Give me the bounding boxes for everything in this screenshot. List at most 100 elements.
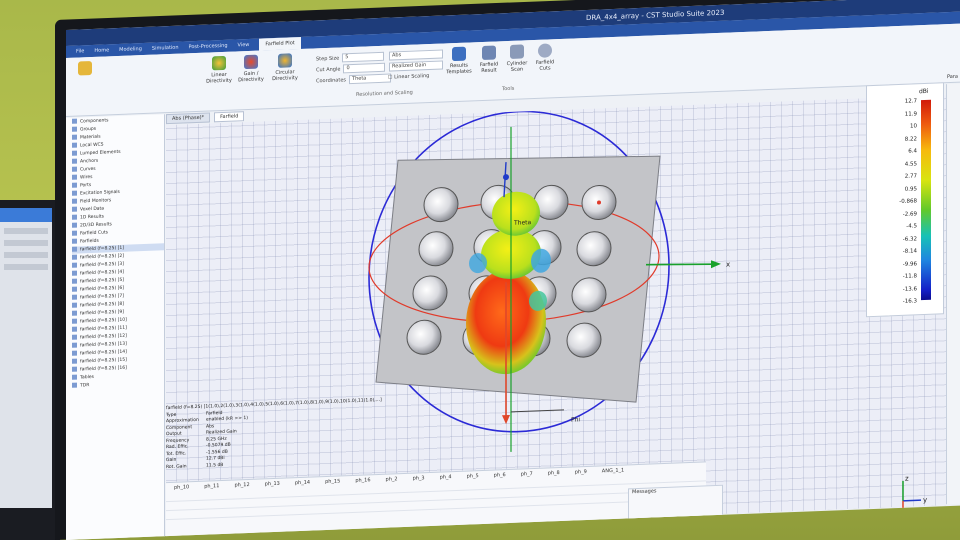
folder-icon bbox=[72, 286, 77, 292]
table-column-header[interactable]: ph_9 bbox=[575, 467, 587, 477]
step-size-field[interactable]: Step Size 5 bbox=[316, 51, 385, 64]
secondary-screen bbox=[0, 208, 52, 508]
table-column-header[interactable]: ph_11 bbox=[204, 481, 219, 492]
axis-icon-y-label: y bbox=[923, 496, 927, 504]
folder-icon bbox=[72, 342, 77, 348]
colorbar-tick-label: 2.77 bbox=[904, 173, 917, 180]
table-column-header[interactable]: ph_6 bbox=[494, 470, 506, 480]
folder-icon bbox=[72, 326, 77, 332]
folder-icon bbox=[72, 230, 77, 236]
info-value: Abs bbox=[206, 423, 215, 430]
table-column-header[interactable]: ph_8 bbox=[548, 468, 560, 478]
output-field[interactable]: Realized Gain bbox=[386, 60, 443, 72]
tree-item-label: Groups bbox=[80, 126, 97, 133]
table-column-header[interactable]: ph_12 bbox=[234, 480, 249, 491]
folder-icon bbox=[72, 358, 77, 364]
z-axis-arrow bbox=[502, 414, 510, 425]
ribbon-tab-file[interactable]: File bbox=[76, 45, 84, 57]
dra-element bbox=[576, 231, 612, 267]
colorbar-tick-label: 10 bbox=[910, 123, 917, 130]
parameter-list-strip[interactable]: Para bbox=[946, 74, 960, 505]
table-column-header[interactable]: ph_5 bbox=[467, 471, 479, 481]
button-label: Results Templates bbox=[446, 62, 472, 76]
colorbar-tick-label: 8.22 bbox=[904, 135, 917, 143]
step-size-input[interactable]: 5 bbox=[342, 51, 385, 63]
navigation-tree[interactable]: Components Groups Materials Local WCS Lumped… bbox=[66, 114, 165, 540]
folder-icon bbox=[72, 350, 77, 356]
folder-icon bbox=[72, 126, 77, 132]
parameter-list-label: Para bbox=[947, 73, 958, 81]
folder-icon bbox=[72, 134, 77, 140]
secondary-monitor bbox=[0, 200, 60, 540]
tree-item-label: farfield (f=8.25) [14] bbox=[80, 349, 127, 357]
phi-vector bbox=[511, 409, 564, 413]
x-axis-label: x bbox=[726, 260, 730, 268]
folder-icon bbox=[72, 334, 77, 340]
dra-element bbox=[566, 322, 602, 358]
ribbon-tab-modeling[interactable]: Modeling bbox=[119, 43, 142, 56]
table-column-header[interactable]: ph_10 bbox=[174, 482, 189, 493]
table-column-header[interactable]: ph_3 bbox=[413, 473, 425, 483]
table-column-header[interactable]: ANG_1_1 bbox=[602, 466, 624, 477]
circular-directivity-button[interactable]: Circular Directivity bbox=[272, 53, 298, 82]
phi-label: Phi bbox=[571, 416, 580, 423]
colorbar-tick-label: 6.4 bbox=[908, 148, 917, 155]
ribbon-tab-simulation[interactable]: Simulation bbox=[152, 42, 179, 55]
table-column-header[interactable]: ph_14 bbox=[295, 478, 310, 489]
dra-element bbox=[406, 319, 442, 355]
info-value: Farfield bbox=[206, 410, 223, 417]
cut-angle-input[interactable]: 0 bbox=[343, 62, 386, 74]
colorbar-tick-label: -8.14 bbox=[902, 248, 917, 255]
table-column-header[interactable]: ph_2 bbox=[386, 474, 398, 484]
folder-icon bbox=[72, 182, 77, 188]
tree-item-label: farfield (f=8.25) [9] bbox=[80, 309, 125, 317]
tree-item-label: Local WCS bbox=[80, 142, 104, 149]
colorbar-tick-label: -0.868 bbox=[899, 198, 917, 205]
doc-tab-farfield[interactable]: Farfield bbox=[214, 111, 245, 123]
theta-label: Theta bbox=[513, 219, 532, 227]
x-axis-arrow bbox=[711, 260, 721, 269]
axis-icon-z-label: z bbox=[905, 475, 909, 483]
gain-directivity-button[interactable]: Gain / Directivity bbox=[238, 54, 264, 83]
table-column-header[interactable]: ph_7 bbox=[521, 469, 533, 479]
x-axis-line bbox=[645, 263, 712, 266]
axis-orientation-icon: y z bbox=[902, 475, 927, 511]
output-select[interactable]: Realized Gain bbox=[389, 60, 443, 72]
colorbar-tick-label: 11.9 bbox=[904, 110, 917, 118]
table-column-header[interactable]: ph_13 bbox=[265, 479, 280, 490]
linear-scaling-checkbox[interactable]: ☐ Linear Scaling bbox=[388, 73, 429, 81]
colorbar-unit: dBi bbox=[919, 87, 929, 96]
farfield-cuts-button[interactable]: Farfield Cuts bbox=[532, 43, 558, 72]
folder-icon bbox=[72, 302, 77, 308]
globe-icon bbox=[244, 54, 258, 70]
info-rows: Type Farfield Approximation enabled (kR >> … bbox=[166, 404, 382, 471]
doc-tab-abs-phase[interactable]: Abs (Phase)* bbox=[166, 112, 211, 125]
table-column-header[interactable]: ph_4 bbox=[440, 472, 452, 482]
cylinder-scan-button[interactable]: Cylinder Scan bbox=[504, 44, 530, 73]
tree-item-label: Components bbox=[80, 118, 109, 125]
cst-window: DRA_4x4_array - CST Studio Suite 2023 Fi… bbox=[66, 0, 960, 540]
cut-angle-field[interactable]: Cut Angle 0 bbox=[316, 62, 386, 75]
tree-item-label: farfield (f=8.25) [10] bbox=[80, 317, 127, 325]
coordinates-select[interactable]: Theta bbox=[349, 73, 392, 85]
ribbon-tab-home[interactable]: Home bbox=[94, 44, 109, 57]
table-column-header[interactable]: ph_16 bbox=[355, 475, 370, 486]
component-field[interactable]: Abs bbox=[386, 49, 443, 61]
colorbar-tick-label: 0.95 bbox=[904, 185, 917, 193]
button-label: Gain / Directivity bbox=[238, 70, 264, 84]
coordinates-field[interactable]: Coordinates Theta bbox=[316, 73, 392, 86]
tree-item-label: farfield (f=8.25) [1] bbox=[80, 245, 125, 253]
info-value: Realized Gain bbox=[206, 429, 237, 436]
table-column-header[interactable]: ph_15 bbox=[325, 476, 340, 487]
folder-icon bbox=[72, 318, 77, 324]
component-select[interactable]: Abs bbox=[389, 49, 443, 61]
chart-icon bbox=[482, 45, 496, 61]
ribbon-button-home[interactable] bbox=[72, 61, 98, 78]
colorbar-tick-label: -11.8 bbox=[902, 273, 917, 280]
results-templates-button[interactable]: Results Templates bbox=[446, 46, 472, 75]
ribbon-tab-view[interactable]: View bbox=[238, 39, 250, 51]
tree-item-label: farfield (f=8.25) [5] bbox=[80, 277, 125, 285]
farfield-result-button[interactable]: Farfield Result bbox=[476, 45, 502, 74]
messages-panel: Messages bbox=[628, 484, 723, 521]
linear-directivity-button[interactable]: Linear Directivity bbox=[206, 55, 232, 85]
